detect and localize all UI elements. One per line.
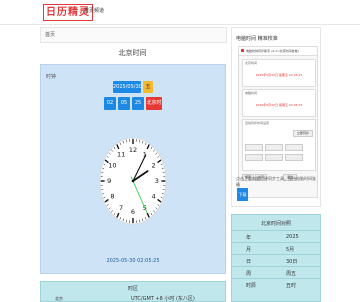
breadcrumb-home[interactable]: 首页 — [45, 31, 55, 38]
clock-numeral: 9 — [107, 177, 111, 185]
app-field-5[interactable] — [265, 154, 283, 161]
app-pc-box: 电脑时间 2025年5月30日 星期五 02:05:25 — [242, 89, 316, 117]
app-pc-value: 2025年5月30日 星期五 02:05:25 — [243, 103, 315, 107]
table-row-value: 2025 — [286, 234, 299, 240]
timezone-table: 时区 北京 UTC/GMT +8 小时 (东八区) — [40, 281, 226, 302]
clock-numeral: 12 — [129, 146, 137, 154]
minute-button[interactable]: 05 — [118, 97, 130, 110]
table-row-key: 日 — [246, 258, 251, 265]
beijing-time-table: 北京时间对照 年 2025 月 5月 日 30日 周 周五 时辰 丑时 — [231, 214, 321, 302]
download-button[interactable]: 下载 — [237, 188, 248, 201]
analog-clock: 121234567891011 — [96, 131, 170, 231]
second-button[interactable]: 25 — [132, 97, 144, 110]
clock-numeral: 3 — [155, 177, 159, 185]
app-field-3[interactable] — [285, 144, 303, 151]
app-settings-label: 自动同步时间设置 — [245, 121, 269, 125]
datetime-text: 2025-05-30 02:05:25 — [41, 258, 225, 264]
clock-panel-label: 时钟 — [46, 73, 56, 80]
app-field-2[interactable] — [265, 144, 283, 151]
app-window-title: 电脑时钟同步助手 v1.0 (北京时间校准) — [246, 49, 299, 53]
beijing-time-button[interactable]: 北京时 — [146, 97, 162, 110]
site-header: 日历精灵 首页频道 — [0, 0, 360, 25]
clock-numeral: 7 — [119, 204, 123, 212]
table-row-key: 时辰 — [246, 282, 256, 289]
table-row-key: 月 — [246, 246, 251, 253]
app-icon — [241, 49, 244, 52]
table-row-value: 周五 — [286, 270, 296, 277]
date-button[interactable]: 2025/05/30 — [113, 81, 141, 93]
sidebar-calibration: 电脑时间 精准校准 电脑时钟同步助手 v1.0 (北京时间校准) 北京时间 20… — [231, 27, 321, 207]
clock-panel: 时钟 2025/05/30 五 02 05 25 北京时 12123456789… — [40, 64, 226, 274]
app-field-1[interactable] — [245, 144, 263, 151]
app-field-6[interactable] — [285, 154, 303, 161]
sidebar-title: 电脑时间 精准校准 — [236, 35, 278, 42]
table-row-value: 5月 — [286, 246, 294, 253]
clock-numeral: 2 — [152, 162, 156, 170]
timezone-cell-city: 北京 — [55, 296, 63, 302]
app-settings-box: 自动同步时间设置 立即同步 — [242, 119, 316, 171]
beijing-time-table-header: 北京时间对照 — [232, 220, 320, 227]
nav-home-link[interactable]: 首页频道 — [84, 7, 104, 14]
table-row: 时辰 丑时 — [232, 278, 320, 291]
table-row-key: 周 — [246, 270, 251, 277]
app-beijing-value: 2025年5月30日 星期五 02:05:25 — [243, 73, 315, 77]
clock-numeral: 6 — [131, 208, 135, 216]
sidebar-caption: 点击下载电脑时钟同步工具，保持电脑时间准确 — [236, 176, 316, 188]
breadcrumb: 首页 — [40, 27, 227, 43]
timezone-cell-offset: UTC/GMT +8 小时 (东八区) — [131, 295, 195, 302]
page-title: 北京时间 — [40, 48, 225, 58]
table-row-value: 丑时 — [286, 282, 296, 289]
clock-numeral: 4 — [152, 193, 156, 201]
clock-numeral: 8 — [110, 193, 114, 201]
clock-center — [132, 180, 135, 183]
app-field-4[interactable] — [245, 154, 263, 161]
timezone-table-header: 时区 — [41, 285, 225, 292]
hour-button[interactable]: 02 — [104, 97, 116, 110]
weekday-button[interactable]: 五 — [143, 81, 153, 93]
app-sync-button[interactable]: 立即同步 — [293, 130, 313, 137]
app-pc-label: 电脑时间 — [245, 91, 257, 95]
app-beijing-box: 北京时间 2025年5月30日 星期五 02:05:25 — [242, 59, 316, 87]
app-beijing-label: 北京时间 — [245, 61, 257, 65]
clock-numeral: 10 — [108, 162, 116, 170]
app-window-titlebar: 电脑时钟同步助手 v1.0 (北京时间校准) — [239, 47, 317, 56]
table-row-value: 30日 — [286, 258, 297, 265]
clock-numeral: 11 — [117, 150, 125, 158]
table-row-key: 年 — [246, 234, 251, 241]
